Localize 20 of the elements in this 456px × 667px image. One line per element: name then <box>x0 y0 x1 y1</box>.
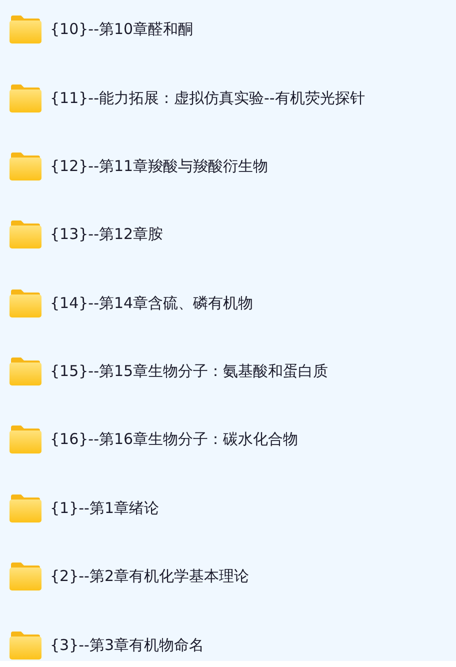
folder-icon[interactable] <box>9 220 42 250</box>
folder-name[interactable]: {12}--第11章羧酸与羧酸衍生物 <box>50 157 268 176</box>
folder-icon[interactable] <box>9 152 42 182</box>
folder-name[interactable]: {15}--第15章生物分子：氨基酸和蛋白质 <box>50 362 328 382</box>
folder-icon[interactable] <box>9 288 42 318</box>
folder-icon[interactable] <box>9 630 42 660</box>
folder-icon[interactable] <box>9 84 42 113</box>
folder-name[interactable]: {14}--第14章含硫、磷有机物 <box>50 294 254 313</box>
folder-name[interactable]: {13}--第12章胺 <box>50 225 164 244</box>
folder-name[interactable]: {11}--能力拓展：虚拟仿真实验--有机荧光探针 <box>50 88 365 108</box>
folder-name[interactable]: {2}--第2章有机化学基本理论 <box>50 567 249 586</box>
folder-icon[interactable] <box>9 357 42 386</box>
folder-name[interactable]: {3}--第3章有机物命名 <box>50 636 204 655</box>
folder-icon[interactable] <box>9 15 42 44</box>
folder-icon[interactable] <box>9 494 42 523</box>
folder-name[interactable]: {1}--第1章绪论 <box>50 498 159 518</box>
folder-icon[interactable] <box>9 425 42 454</box>
folder-name[interactable]: {16}--第16章生物分子：碳水化合物 <box>50 430 298 450</box>
folder-icon[interactable] <box>9 562 42 592</box>
folder-name[interactable]: {10}--第10章醛和酮 <box>50 20 194 40</box>
